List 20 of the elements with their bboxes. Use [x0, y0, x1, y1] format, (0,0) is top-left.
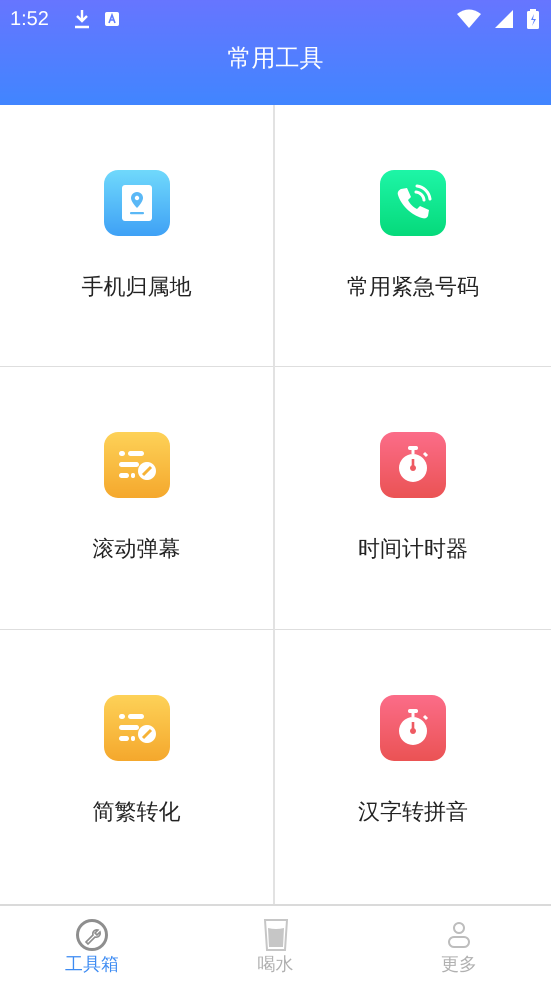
stopwatch-icon: [380, 432, 446, 498]
tool-tile[interactable]: 常用紧急号码: [275, 105, 551, 367]
wifi-icon: [457, 9, 481, 29]
tool-tile[interactable]: 滚动弹幕: [0, 367, 275, 630]
list-edit-icon: [104, 432, 170, 498]
list-edit-icon: [104, 695, 170, 761]
tool-tile[interactable]: 手机归属地: [0, 105, 275, 367]
download-icon: [72, 9, 91, 29]
signal-icon: [495, 10, 513, 28]
stopwatch-icon: [380, 695, 446, 761]
app-notification-icon: [104, 12, 119, 26]
wrench-icon: [74, 918, 109, 952]
tool-tile[interactable]: 简繁转化: [0, 630, 275, 892]
tool-tile[interactable]: 汉字转拼音: [275, 630, 551, 892]
page-title: 常用工具: [226, 43, 324, 74]
battery-icon: [527, 9, 539, 29]
phone-icon: [380, 170, 446, 236]
tool-tile[interactable]: 时间计时器: [275, 367, 551, 630]
status-time: 1:52: [10, 8, 49, 30]
location-card-icon: [104, 170, 170, 236]
